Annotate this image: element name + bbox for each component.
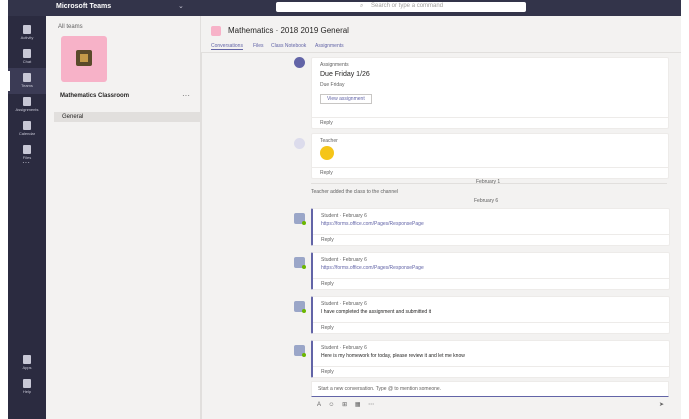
reply-bar[interactable]: Reply	[313, 366, 669, 377]
student-avatar	[294, 345, 306, 357]
emoji-card: Teacher Reply	[311, 133, 669, 179]
app-window: Microsoft Teams ⌄ ⌕ Search or type a com…	[8, 0, 681, 419]
message-card: Student · February 6 I have completed th…	[311, 296, 670, 334]
assignment-meta: Due Friday	[320, 82, 345, 88]
search-input[interactable]: ⌕ Search or type a command	[276, 2, 526, 12]
compose-placeholder: Start a new conversation. Type @ to ment…	[318, 386, 442, 392]
message-link[interactable]: https://forms.office.com/Pages/ResponseP…	[321, 221, 424, 227]
team-name: Mathematics Classroom	[60, 93, 130, 99]
rail-label: Calendar	[18, 131, 36, 136]
tab-conversations[interactable]: Conversations	[211, 43, 243, 50]
reply-label: Reply	[320, 170, 333, 176]
rail-label: Chat	[22, 59, 32, 64]
message-card: Student · February 6 https://forms.offic…	[311, 252, 670, 290]
rail-item-help[interactable]: Help	[8, 374, 46, 400]
rail-item-assignments[interactable]: Assignments	[8, 92, 46, 118]
reply-bar[interactable]: Reply	[312, 117, 668, 128]
title-bar: Microsoft Teams ⌄ ⌕ Search or type a com…	[8, 0, 681, 16]
message-author: Student · February 6	[321, 257, 367, 263]
message-author: Assignments	[320, 62, 349, 68]
chat-icon	[23, 49, 31, 58]
rail-item-teams[interactable]: Teams	[8, 68, 46, 94]
rail-item-apps[interactable]: Apps	[8, 350, 46, 376]
help-icon	[23, 379, 31, 388]
more-options-icon[interactable]: ···	[182, 91, 190, 100]
student-avatar	[294, 257, 306, 269]
compose-toolbar[interactable]: A ☺ ⊞ ▦ ⋯	[317, 401, 377, 408]
assignment-card: Assignments Due Friday 1/26 Due Friday V…	[311, 57, 669, 129]
files-icon	[23, 145, 31, 154]
rail-label: Teams	[21, 83, 33, 88]
rail-label: Assignments	[15, 107, 39, 112]
app-title: Microsoft Teams	[56, 3, 112, 10]
channel-header: Mathematics · 2018 2019 General Conversa…	[201, 16, 681, 53]
message-text: Here is my homework for today, please re…	[321, 353, 465, 359]
message-card: Student · February 6 https://forms.offic…	[311, 208, 670, 246]
compose-box[interactable]: Start a new conversation. Type @ to ment…	[311, 381, 669, 397]
channel-title: Mathematics · 2018 2019 General	[228, 26, 349, 35]
search-placeholder: Search or type a command	[371, 3, 444, 9]
more-apps-icon[interactable]: ···	[22, 158, 30, 167]
system-message: Teacher added the class to the channel	[311, 189, 399, 195]
app-rail: Activity Chat Teams Assignments Calendar…	[8, 16, 46, 419]
reply-bar[interactable]: Reply	[312, 167, 668, 178]
message-feed: Assignments Due Friday 1/26 Due Friday V…	[201, 53, 681, 419]
reply-bar[interactable]: Reply	[313, 234, 669, 245]
team-avatar	[61, 36, 107, 82]
message-link[interactable]: https://forms.office.com/Pages/ResponseP…	[321, 265, 424, 271]
search-icon: ⌕	[360, 3, 364, 9]
apps-icon	[23, 355, 31, 364]
reply-label: Reply	[321, 237, 334, 243]
channel-panel: All teams Mathematics Classroom ··· Gene…	[46, 16, 201, 419]
team-emblem-icon	[76, 50, 92, 66]
tab-class-notebook[interactable]: Class Notebook	[271, 43, 306, 49]
message-author: Student · February 6	[321, 301, 367, 307]
teams-icon	[23, 73, 31, 82]
bell-icon	[23, 25, 31, 34]
send-icon[interactable]: ➤	[659, 401, 664, 408]
reply-bar[interactable]: Reply	[313, 278, 669, 289]
reply-label: Reply	[321, 325, 334, 331]
assignment-title: Due Friday 1/26	[320, 71, 370, 78]
tab-assignments[interactable]: Assignments	[315, 43, 344, 49]
assignments-icon	[23, 97, 31, 106]
message-author: Student · February 6	[321, 345, 367, 351]
team-icon	[211, 26, 221, 36]
back-link[interactable]: All teams	[58, 24, 83, 30]
channel-label: General	[62, 114, 84, 120]
message-card: Student · February 6 Here is my homework…	[311, 340, 670, 378]
rail-item-calendar[interactable]: Calendar	[8, 116, 46, 142]
rail-item-chat[interactable]: Chat	[8, 44, 46, 70]
rail-label: Help	[22, 389, 32, 394]
message-author: Teacher	[320, 138, 338, 144]
main-content: Mathematics · 2018 2019 General Conversa…	[201, 16, 681, 419]
teacher-avatar	[294, 138, 305, 149]
reply-label: Reply	[320, 120, 333, 126]
view-assignment-button[interactable]: View assignment	[320, 94, 372, 104]
rail-label: Activity	[20, 35, 34, 40]
reply-label: Reply	[321, 281, 334, 287]
assignments-avatar	[294, 57, 305, 68]
date-label: February 1	[476, 179, 501, 185]
emoji-sticker	[320, 146, 334, 160]
student-avatar	[294, 213, 306, 225]
tab-files[interactable]: Files	[253, 43, 264, 49]
student-avatar	[294, 301, 306, 313]
rail-label: Apps	[22, 365, 32, 370]
reply-bar[interactable]: Reply	[313, 322, 669, 333]
channel-item-general[interactable]: General	[54, 112, 200, 122]
message-author: Student · February 6	[321, 213, 367, 219]
date-label: February 6	[474, 198, 499, 204]
calendar-icon	[23, 121, 31, 130]
chevron-down-icon[interactable]: ⌄	[178, 2, 184, 10]
reply-label: Reply	[321, 369, 334, 375]
message-text: I have completed the assignment and subm…	[321, 309, 432, 315]
rail-item-activity[interactable]: Activity	[8, 20, 46, 46]
